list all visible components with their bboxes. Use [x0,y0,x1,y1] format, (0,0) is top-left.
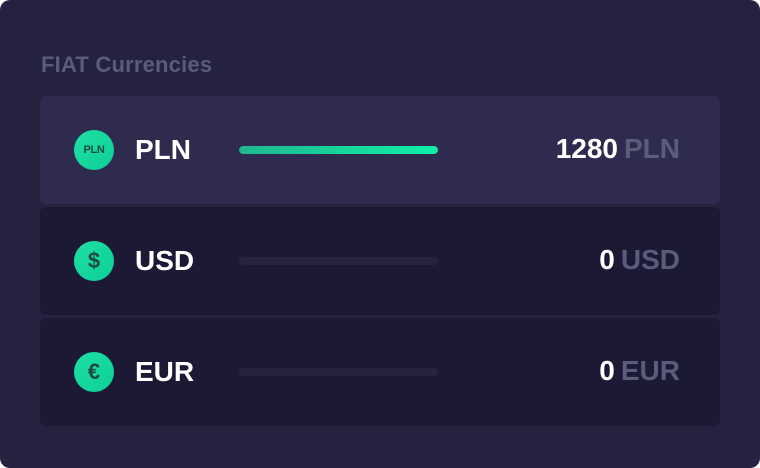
euro-coin-icon: € [74,352,114,392]
balance-bar-fill [239,146,438,154]
currency-row-pln[interactable]: PLN PLN 1280 PLN [40,96,720,204]
currency-row-eur[interactable]: € EUR 0 EUR [40,318,720,426]
currency-row-usd[interactable]: $ USD 0 USD [40,207,720,315]
balance-bar [239,146,438,154]
balance-amount: 1280 PLN [556,133,680,165]
currency-list: PLN PLN 1280 PLN $ USD 0 USD € EUR 0 EUR [40,96,720,429]
balance-unit: EUR [620,355,680,386]
dollar-coin-icon: $ [74,241,114,281]
balance-bar [239,257,438,265]
balance-value: 1280 [555,133,618,164]
balance-amount: 0 USD [599,244,680,276]
balance-value: 0 [599,244,615,275]
section-title: FIAT Currencies [41,52,213,77]
balance-amount: 0 EUR [599,355,680,387]
balance-bar [239,368,438,376]
fiat-currencies-card: FIAT Currencies PLN PLN 1280 PLN $ USD 0U… [0,0,760,468]
balance-unit: PLN [624,133,680,164]
currency-code: EUR [135,356,195,387]
balance-unit: USD [620,244,680,275]
currency-code: PLN [135,134,191,165]
balance-value: 0 [599,355,615,386]
currency-code: USD [135,245,195,276]
pln-coin-icon: PLN [74,130,114,170]
